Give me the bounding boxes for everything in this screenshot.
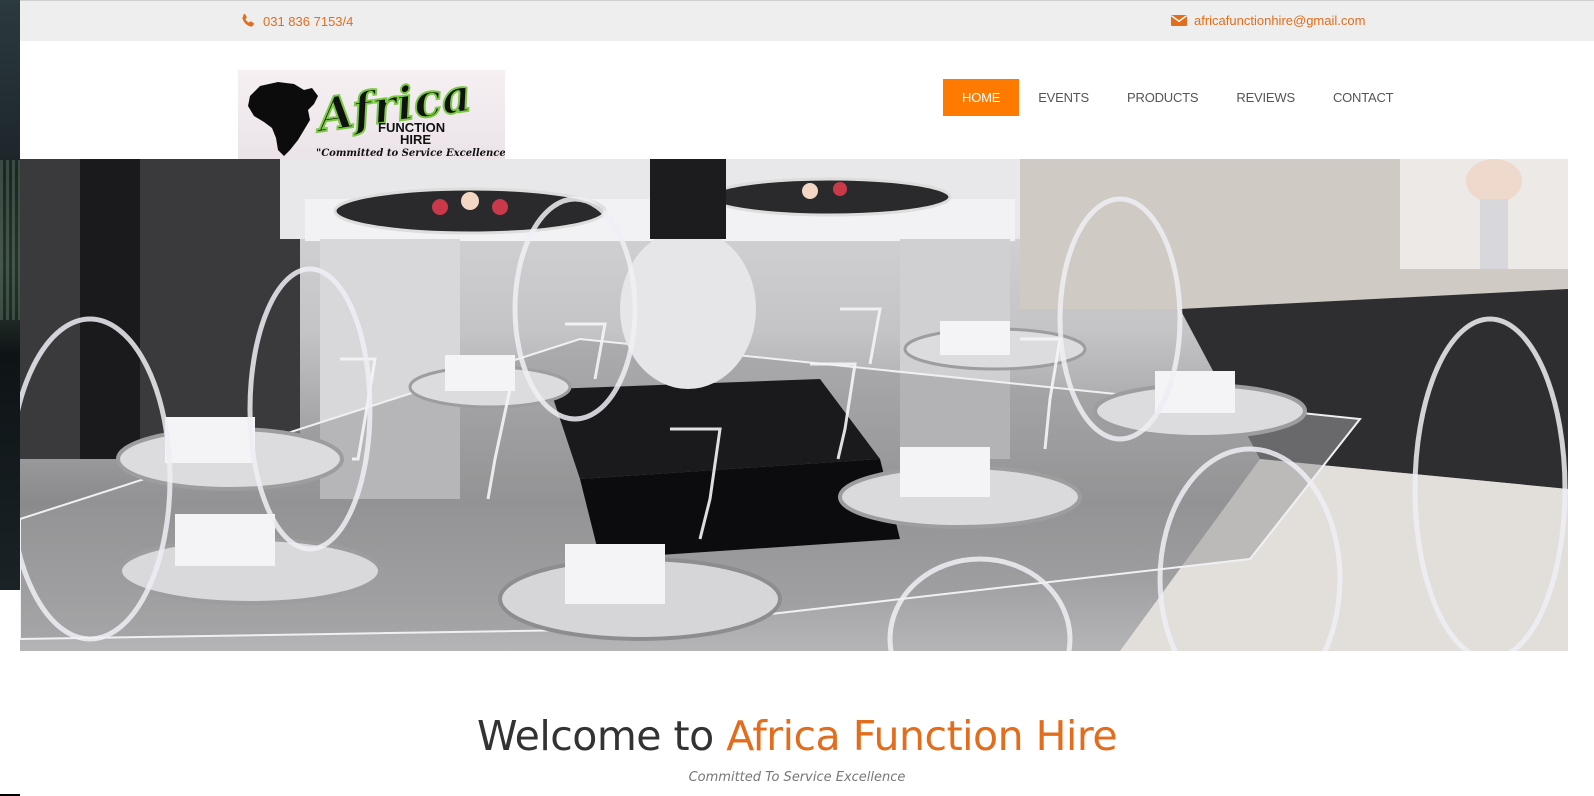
nav-item-home[interactable]: HOME [943,79,1020,116]
email-address: africafunctionhire@gmail.com [1194,13,1366,28]
phone-number: 031 836 7153/4 [263,13,354,29]
logo-slogan-text: "Committed to Service Excellence" [316,148,505,159]
nav-item-products[interactable]: PRODUCTS [1108,79,1217,116]
nav-item-reviews[interactable]: REVIEWS [1217,79,1314,116]
nav-item-events[interactable]: EVENTS [1019,79,1108,116]
site-header: Africa FUNCTION HIRE "Committed to Servi… [20,41,1594,159]
background-edge-image [0,0,20,590]
envelope-icon [1171,14,1187,27]
hero-banquet-image [20,159,1568,651]
welcome-tagline: Committed To Service Excellence [688,770,906,785]
africa-map-icon [248,82,318,156]
site-logo[interactable]: Africa FUNCTION HIRE "Committed to Servi… [238,70,505,159]
top-contact-bar: 031 836 7153/4 africafunctionhire@gmail.… [20,0,1594,41]
welcome-brand: Africa Function Hire [726,712,1118,760]
welcome-heading: Welcome to Africa Function Hire [0,712,1594,760]
logo-line2-text: HIRE [400,132,431,147]
phone-contact[interactable]: 031 836 7153/4 [240,13,353,29]
email-contact[interactable]: africafunctionhire@gmail.com [1171,13,1365,28]
nav-item-contact[interactable]: CONTACT [1314,79,1412,116]
phone-icon [240,13,256,29]
welcome-prefix: Welcome to [476,712,714,760]
main-navigation: HOME EVENTS PRODUCTS REVIEWS CONTACT [943,79,1412,116]
